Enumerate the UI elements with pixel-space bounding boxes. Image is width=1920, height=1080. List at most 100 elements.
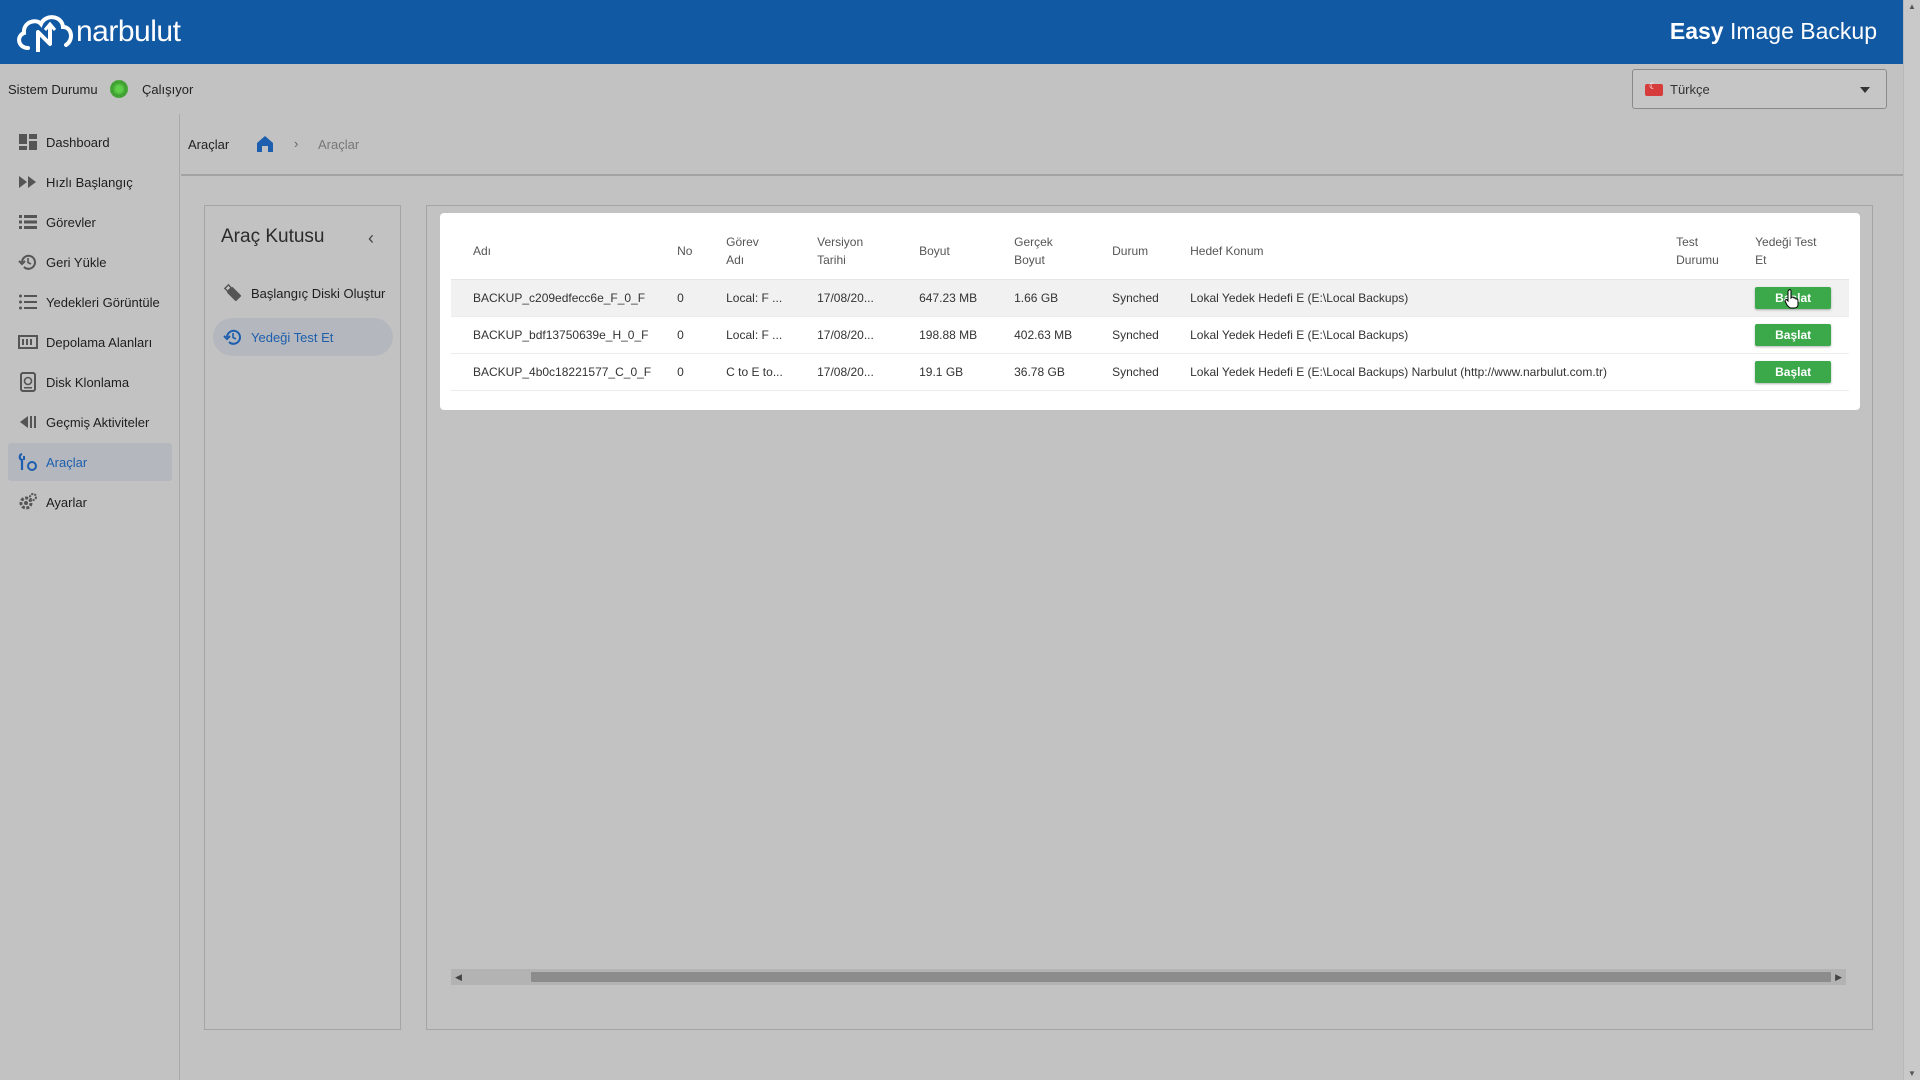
table-row[interactable]: BACKUP_bdf13750639e_H_0_F 0 Local: F ...… bbox=[451, 316, 1849, 354]
column-header-test-action[interactable]: Yedeği Test Et bbox=[1733, 223, 1849, 280]
start-test-button[interactable]: Başlat bbox=[1755, 323, 1832, 346]
table-row[interactable]: BACKUP_4b0c18221577_C_0_F 0 C to E to...… bbox=[451, 353, 1849, 391]
cell-real-size: 402.63 MB bbox=[992, 316, 1091, 354]
tool-create-boot-disk[interactable]: Başlangıç Diski Oluştur bbox=[213, 274, 393, 312]
sidebar-item-label: Depolama Alanları bbox=[46, 334, 153, 350]
sidebar-item-label: Dashboard bbox=[46, 134, 110, 150]
sidebar-item-label: Disk Klonlama bbox=[46, 374, 130, 390]
tool-item-label: Başlangıç Diski Oluştur bbox=[251, 285, 386, 301]
cell-action: Başlat bbox=[1733, 316, 1849, 354]
column-header-state[interactable]: Durum bbox=[1090, 223, 1169, 280]
cell-task: Local: F ... bbox=[704, 279, 796, 317]
cell-state: Synched bbox=[1090, 279, 1169, 317]
backup-table-card: Adı No Görev Adı Versiyon Tarihi Boyut Ger… bbox=[440, 213, 1860, 410]
tool-test-backup[interactable]: Yedeği Test Et bbox=[213, 318, 393, 356]
cell-action: Başlat bbox=[1733, 353, 1849, 391]
scroll-up-icon[interactable]: ▲ bbox=[1908, 2, 1916, 11]
restore-icon bbox=[223, 329, 241, 345]
tools-icon bbox=[18, 452, 37, 471]
sidebar-item-label: Geçmiş Aktiviteler bbox=[46, 414, 150, 430]
sidebar-item-tasks[interactable]: Görevler bbox=[8, 203, 172, 241]
column-header-real-size[interactable]: Gerçek Boyut bbox=[992, 223, 1091, 280]
cell-target: Lokal Yedek Hedefi E (E:\Local Backups) … bbox=[1168, 353, 1655, 391]
column-header-test-status[interactable]: Test Durumu bbox=[1654, 223, 1734, 280]
tool-item-label: Yedeği Test Et bbox=[251, 329, 334, 345]
column-header-task[interactable]: Görev Adı bbox=[704, 223, 796, 280]
cell-test-status bbox=[1654, 316, 1734, 354]
cell-name: BACKUP_4b0c18221577_C_0_F bbox=[451, 353, 656, 391]
scroll-down-icon[interactable]: ▼ bbox=[1908, 1069, 1916, 1078]
scrollbar-thumb[interactable] bbox=[531, 972, 1831, 982]
sidebar-item-label: Yedekleri Görüntüle bbox=[46, 294, 160, 310]
history-icon bbox=[20, 416, 36, 428]
cell-size: 647.23 MB bbox=[897, 279, 993, 317]
column-header-version[interactable]: Versiyon Tarihi bbox=[795, 223, 898, 280]
sidebar-item-dashboard[interactable]: Dashboard bbox=[8, 123, 172, 161]
vertical-scrollbar[interactable]: ▲ ▼ bbox=[1903, 0, 1920, 1080]
sidebar-item-view-backups[interactable]: Yedekleri Görüntüle bbox=[8, 283, 172, 321]
breadcrumb: Araçlar › Araçlar bbox=[181, 114, 1903, 176]
status-bar: Sistem Durumu Çalışıyor bbox=[0, 64, 1903, 114]
sidebar-item-label: Araçlar bbox=[46, 454, 88, 470]
toolbox-title: Araç Kutusu bbox=[221, 226, 325, 247]
cell-version: 17/08/20... bbox=[795, 279, 898, 317]
brand-name: narbulut bbox=[76, 15, 181, 48]
cell-test-status bbox=[1654, 353, 1734, 391]
cell-task: Local: F ... bbox=[704, 316, 796, 354]
narbulut-logo[interactable]: narbulut bbox=[14, 8, 181, 56]
sidebar-item-quick-start[interactable]: Hızlı Başlangıç bbox=[8, 163, 172, 201]
dashboard-icon bbox=[19, 134, 37, 150]
settings-icon bbox=[19, 493, 37, 510]
cell-name: BACKUP_c209edfecc6e_F_0_F bbox=[451, 279, 656, 317]
sidebar-item-label: Ayarlar bbox=[46, 494, 87, 510]
backup-table: Adı No Görev Adı Versiyon Tarihi Boyut Ger… bbox=[451, 223, 1849, 391]
cell-real-size: 1.66 GB bbox=[992, 279, 1091, 317]
disk-clone-icon bbox=[20, 372, 36, 392]
app-header: narbulut Easy Image Backup bbox=[0, 0, 1903, 64]
cell-no: 0 bbox=[655, 279, 705, 317]
sidebar-item-settings[interactable]: Ayarlar bbox=[8, 483, 172, 521]
cell-task: C to E to... bbox=[704, 353, 796, 391]
sidebar-item-disk-clone[interactable]: Disk Klonlama bbox=[8, 363, 172, 401]
cell-version: 17/08/20... bbox=[795, 353, 898, 391]
system-status-value: Çalışıyor bbox=[142, 82, 194, 97]
turkey-flag-icon bbox=[1645, 81, 1663, 96]
hand-cursor-icon bbox=[1784, 289, 1799, 309]
column-header-name[interactable]: Adı bbox=[451, 223, 656, 280]
breadcrumb-separator: › bbox=[294, 136, 299, 151]
column-header-no[interactable]: No bbox=[655, 223, 705, 280]
task-list-icon bbox=[19, 215, 37, 229]
sidebar-item-storage[interactable]: Depolama Alanları bbox=[8, 323, 172, 361]
start-test-button[interactable]: Başlat bbox=[1755, 360, 1832, 383]
column-header-target[interactable]: Hedef Konum bbox=[1168, 223, 1655, 280]
cell-version: 17/08/20... bbox=[795, 316, 898, 354]
cell-no: 0 bbox=[655, 353, 705, 391]
horizontal-scrollbar[interactable]: ◀ ▶ bbox=[451, 969, 1846, 985]
chevron-left-icon[interactable]: ‹ bbox=[368, 228, 374, 249]
cell-size: 19.1 GB bbox=[897, 353, 993, 391]
sidebar-item-history[interactable]: Geçmiş Aktiviteler bbox=[8, 403, 172, 441]
sidebar-item-label: Görevler bbox=[46, 214, 96, 230]
sidebar-item-label: Geri Yükle bbox=[46, 254, 107, 270]
restore-icon bbox=[18, 254, 36, 270]
cell-target: Lokal Yedek Hedefi E (E:\Local Backups) bbox=[1168, 279, 1655, 317]
table-row[interactable]: BACKUP_c209edfecc6e_F_0_F 0 Local: F ...… bbox=[451, 279, 1849, 317]
language-select[interactable]: Türkçe bbox=[1632, 69, 1887, 109]
toolbox-panel: Araç Kutusu ‹ Başlangıç Diski Oluştur Ye… bbox=[204, 205, 401, 1030]
scroll-left-icon[interactable]: ◀ bbox=[455, 972, 462, 983]
usb-drive-icon bbox=[223, 283, 242, 302]
column-header-size[interactable]: Boyut bbox=[897, 223, 993, 280]
cell-state: Synched bbox=[1090, 353, 1169, 391]
system-status-label: Sistem Durumu bbox=[8, 82, 98, 97]
sidebar-item-label: Hızlı Başlangıç bbox=[46, 174, 133, 190]
chevron-down-icon bbox=[1860, 87, 1870, 93]
cell-test-status bbox=[1654, 279, 1734, 317]
status-indicator-icon bbox=[110, 80, 128, 98]
sidebar-item-tools[interactable]: Araçlar bbox=[8, 443, 172, 481]
cell-real-size: 36.78 GB bbox=[992, 353, 1091, 391]
home-icon[interactable] bbox=[254, 133, 276, 155]
scroll-right-icon[interactable]: ▶ bbox=[1835, 972, 1842, 983]
sidebar-item-restore[interactable]: Geri Yükle bbox=[8, 243, 172, 281]
storage-icon bbox=[18, 335, 38, 349]
cell-name: BACKUP_bdf13750639e_H_0_F bbox=[451, 316, 656, 354]
